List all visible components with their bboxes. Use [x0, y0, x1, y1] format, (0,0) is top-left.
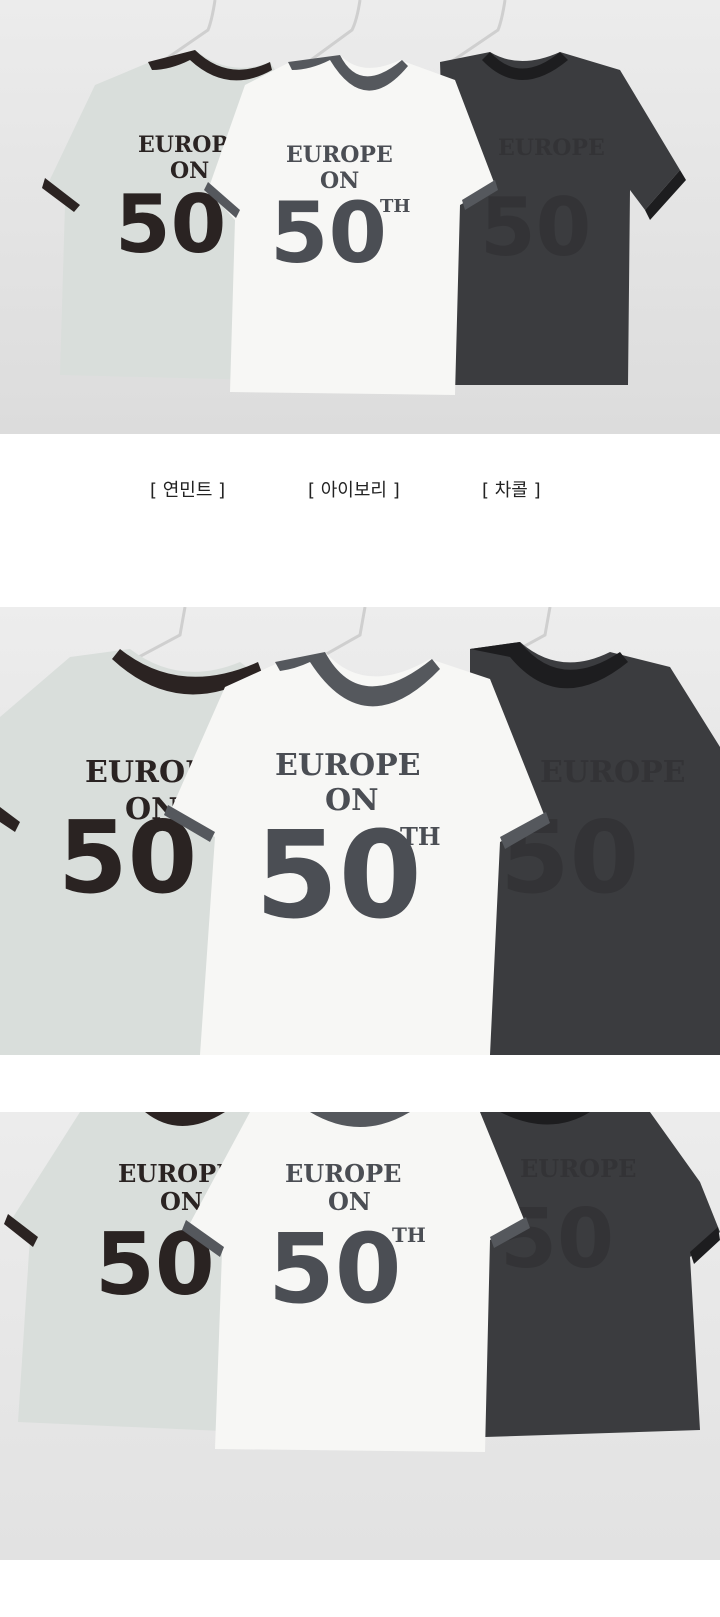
label-charcoal: [ 차콜 ] — [482, 480, 541, 501]
ivory-print-suffix: TH — [380, 196, 410, 217]
charcoal-print-number: 50 — [480, 181, 591, 274]
ivory-print-suffix: TH — [400, 822, 441, 851]
label-ivory: [ 아이보리 ] — [308, 480, 400, 501]
tshirt-charcoal: EUROPE 50 — [470, 1112, 720, 1437]
tshirt-charcoal: EUROPE 50 — [470, 642, 720, 1055]
ivory-print-line1: EUROPE — [275, 748, 421, 783]
charcoal-print-line1: EUROPE — [520, 1154, 636, 1183]
ivory-print-number: 50 — [255, 807, 422, 946]
product-photo-3: EUROPE 50 EUROPE ON 50 EUROPE ON 50 TH — [0, 1112, 720, 1560]
product-photo-1: EUROPE 50 EUROPE ON 50 EUROPE ON 50 TH — [0, 0, 720, 434]
ivory-print-line1: EUROPE — [286, 142, 393, 168]
tshirt-ivory: EUROPE ON 50 TH — [204, 55, 498, 395]
tshirt-ivory: EUROPE ON 50 TH — [182, 1112, 530, 1452]
tshirt-ivory: EUROPE ON 50 TH — [164, 652, 550, 1055]
ivory-print-number: 50 — [268, 1213, 402, 1325]
ivory-print-line1: EUROPE — [285, 1159, 401, 1188]
label-mint: [ 연민트 ] — [150, 480, 226, 501]
ivory-print-number: 50 — [270, 184, 387, 282]
ivory-print-suffix: TH — [392, 1223, 426, 1247]
color-labels: [ 연민트 ] [ 아이보리 ] [ 차콜 ] — [0, 470, 720, 506]
ivory-print-line2: ON — [328, 1187, 371, 1216]
charcoal-print-line1: EUROPE — [540, 755, 686, 790]
product-photo-2: EUROPE 50 EUROPE ON 50 EUROPE ON 50 TH — [0, 607, 720, 1055]
charcoal-print-line1: EUROPE — [498, 135, 605, 161]
